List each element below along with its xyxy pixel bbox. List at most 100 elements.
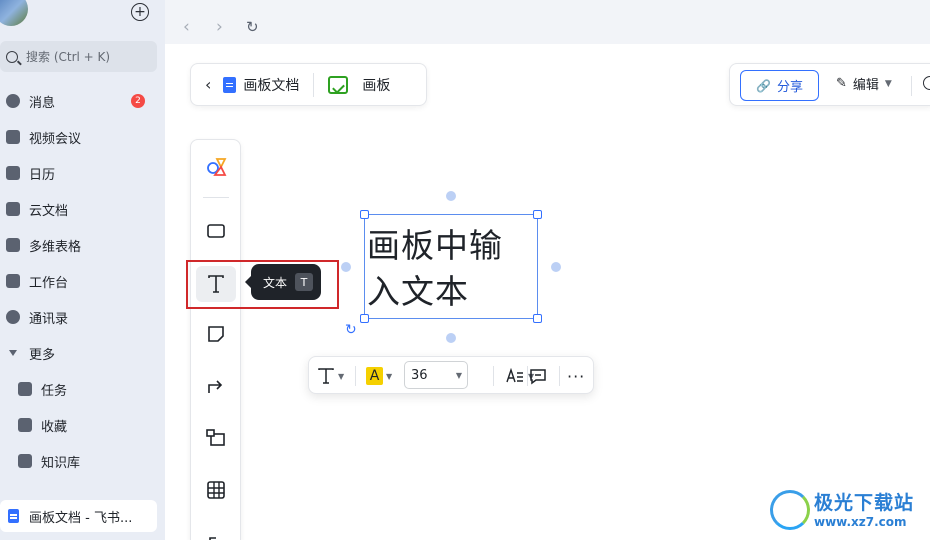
- ellipsis-icon: ···: [567, 366, 586, 386]
- table-icon: [6, 238, 20, 252]
- more-options-button[interactable]: ···: [567, 365, 585, 387]
- connection-point[interactable]: [551, 262, 561, 272]
- doc-title[interactable]: 画板文档: [243, 75, 299, 95]
- unread-badge: 2: [131, 94, 145, 108]
- text-tool-tooltip: 文本 T: [245, 264, 321, 300]
- sidebar: + 搜索 (Ctrl + K) 消息 2 视频会议 日历 云文档 多维表格 工作…: [0, 0, 165, 540]
- more-icon[interactable]: [923, 76, 930, 90]
- apps-icon: [6, 274, 20, 288]
- open-doc-tab[interactable]: 画板文档 - 飞书...: [0, 500, 157, 532]
- table-tool[interactable]: [196, 472, 236, 508]
- font-size-value: 36: [411, 367, 428, 383]
- calendar-icon: [6, 166, 20, 180]
- chevron-down-icon: ▼: [884, 78, 892, 89]
- sidebar-item-label: 多维表格: [29, 239, 82, 255]
- resize-handle[interactable]: [360, 314, 369, 323]
- watermark-logo: [770, 490, 810, 530]
- divider: [911, 76, 912, 96]
- chevron-down-icon: ▼: [338, 371, 345, 381]
- sidebar-item-label: 通讯录: [29, 311, 69, 327]
- mindmap-tool[interactable]: [196, 524, 236, 540]
- sidebar-item-wiki[interactable]: 知识库: [0, 449, 160, 473]
- sidebar-item-messages[interactable]: 消息 2: [0, 89, 160, 113]
- sidebar-item-label: 更多: [29, 347, 56, 363]
- text-content[interactable]: 画板中输 入文本: [367, 223, 539, 315]
- share-button[interactable]: 🔗 分享: [740, 70, 819, 101]
- action-bar: 🔗 分享 ✎ 编辑 ▼: [729, 63, 930, 106]
- shapes-icon: [207, 158, 227, 176]
- sidebar-item-cloud-docs[interactable]: 云文档: [0, 197, 160, 221]
- board-label[interactable]: 画板: [362, 75, 390, 95]
- watermark-title: 极光下载站: [814, 492, 915, 514]
- connection-point[interactable]: [446, 333, 456, 343]
- connector-tool[interactable]: [196, 368, 236, 404]
- edit-button[interactable]: ✎ 编辑 ▼: [836, 74, 892, 93]
- text-format-icon: [318, 368, 334, 384]
- sidebar-item-more[interactable]: 更多: [0, 341, 160, 365]
- cloud-doc-icon: [6, 202, 20, 216]
- sidebar-item-label: 云文档: [29, 203, 69, 219]
- back-arrow-icon[interactable]: ‹: [183, 17, 190, 37]
- avatar[interactable]: [0, 0, 28, 26]
- sidebar-item-label: 任务: [41, 383, 68, 399]
- caret-down-icon: [9, 350, 17, 356]
- open-doc-label: 画板文档 - 飞书...: [29, 510, 133, 526]
- contacts-icon: [6, 310, 20, 324]
- divider: [493, 366, 494, 386]
- search-placeholder: 搜索 (Ctrl + K): [26, 50, 111, 64]
- frame-icon: [206, 429, 225, 446]
- chevron-down-icon: ▼: [455, 370, 462, 380]
- search-input[interactable]: 搜索 (Ctrl + K): [0, 41, 157, 72]
- pen-icon: ✎: [836, 76, 847, 91]
- connector-icon: [208, 380, 223, 393]
- wiki-icon: [18, 454, 32, 468]
- add-icon[interactable]: +: [131, 3, 149, 21]
- back-icon[interactable]: ‹: [205, 75, 211, 94]
- doc-icon: [223, 76, 237, 93]
- divider: [527, 366, 528, 386]
- edit-label: 编辑: [852, 78, 879, 93]
- sidebar-item-video-meeting[interactable]: 视频会议: [0, 125, 160, 149]
- refresh-icon[interactable]: ↻: [246, 18, 259, 36]
- sidebar-item-workplace[interactable]: 工作台: [0, 269, 160, 293]
- frame-tool[interactable]: [196, 420, 236, 456]
- font-style-button[interactable]: ▼: [317, 365, 344, 387]
- comment-icon: [530, 369, 546, 385]
- resize-handle[interactable]: [360, 210, 369, 219]
- rotate-icon[interactable]: ↻: [345, 322, 357, 338]
- mindmap-icon: [209, 537, 216, 540]
- share-label: 分享: [776, 80, 803, 95]
- star-icon: [18, 418, 32, 432]
- text-highlight-button[interactable]: A ▼: [366, 365, 392, 387]
- table-grid-icon: [207, 481, 225, 499]
- browser-nav-bar: ‹ › ↻: [165, 8, 930, 44]
- sticky-note-tool[interactable]: [196, 316, 236, 352]
- chevron-down-icon: ▼: [386, 371, 393, 381]
- rectangle-tool[interactable]: [196, 213, 236, 249]
- text-line: 画板中输: [367, 226, 503, 265]
- sidebar-item-contacts[interactable]: 通讯录: [0, 305, 160, 329]
- tooltip-label: 文本: [263, 275, 288, 290]
- font-size-select[interactable]: 36 ▼: [404, 361, 468, 389]
- chat-icon: [6, 94, 20, 108]
- resize-handle[interactable]: [533, 314, 542, 323]
- sidebar-item-label: 工作台: [29, 275, 69, 291]
- text-align-icon: [506, 368, 523, 383]
- sidebar-item-favorites[interactable]: 收藏: [0, 413, 160, 437]
- resize-handle[interactable]: [533, 210, 542, 219]
- sidebar-item-tasks[interactable]: 任务: [0, 377, 160, 401]
- shortcut-key: T: [295, 273, 314, 291]
- text-element[interactable]: 画板中输 入文本: [364, 214, 538, 319]
- sidebar-item-base[interactable]: 多维表格: [0, 233, 160, 257]
- divider: [559, 366, 560, 386]
- shapes-tool[interactable]: [196, 148, 236, 184]
- connection-point[interactable]: [341, 262, 351, 272]
- search-icon: [6, 50, 18, 63]
- forward-arrow-icon[interactable]: ›: [216, 17, 223, 37]
- divider: [203, 197, 229, 198]
- whiteboard-icon: [328, 75, 349, 94]
- connection-point[interactable]: [446, 191, 456, 201]
- sidebar-item-calendar[interactable]: 日历: [0, 161, 160, 185]
- sidebar-item-label: 知识库: [41, 455, 81, 471]
- comment-button[interactable]: [529, 365, 547, 387]
